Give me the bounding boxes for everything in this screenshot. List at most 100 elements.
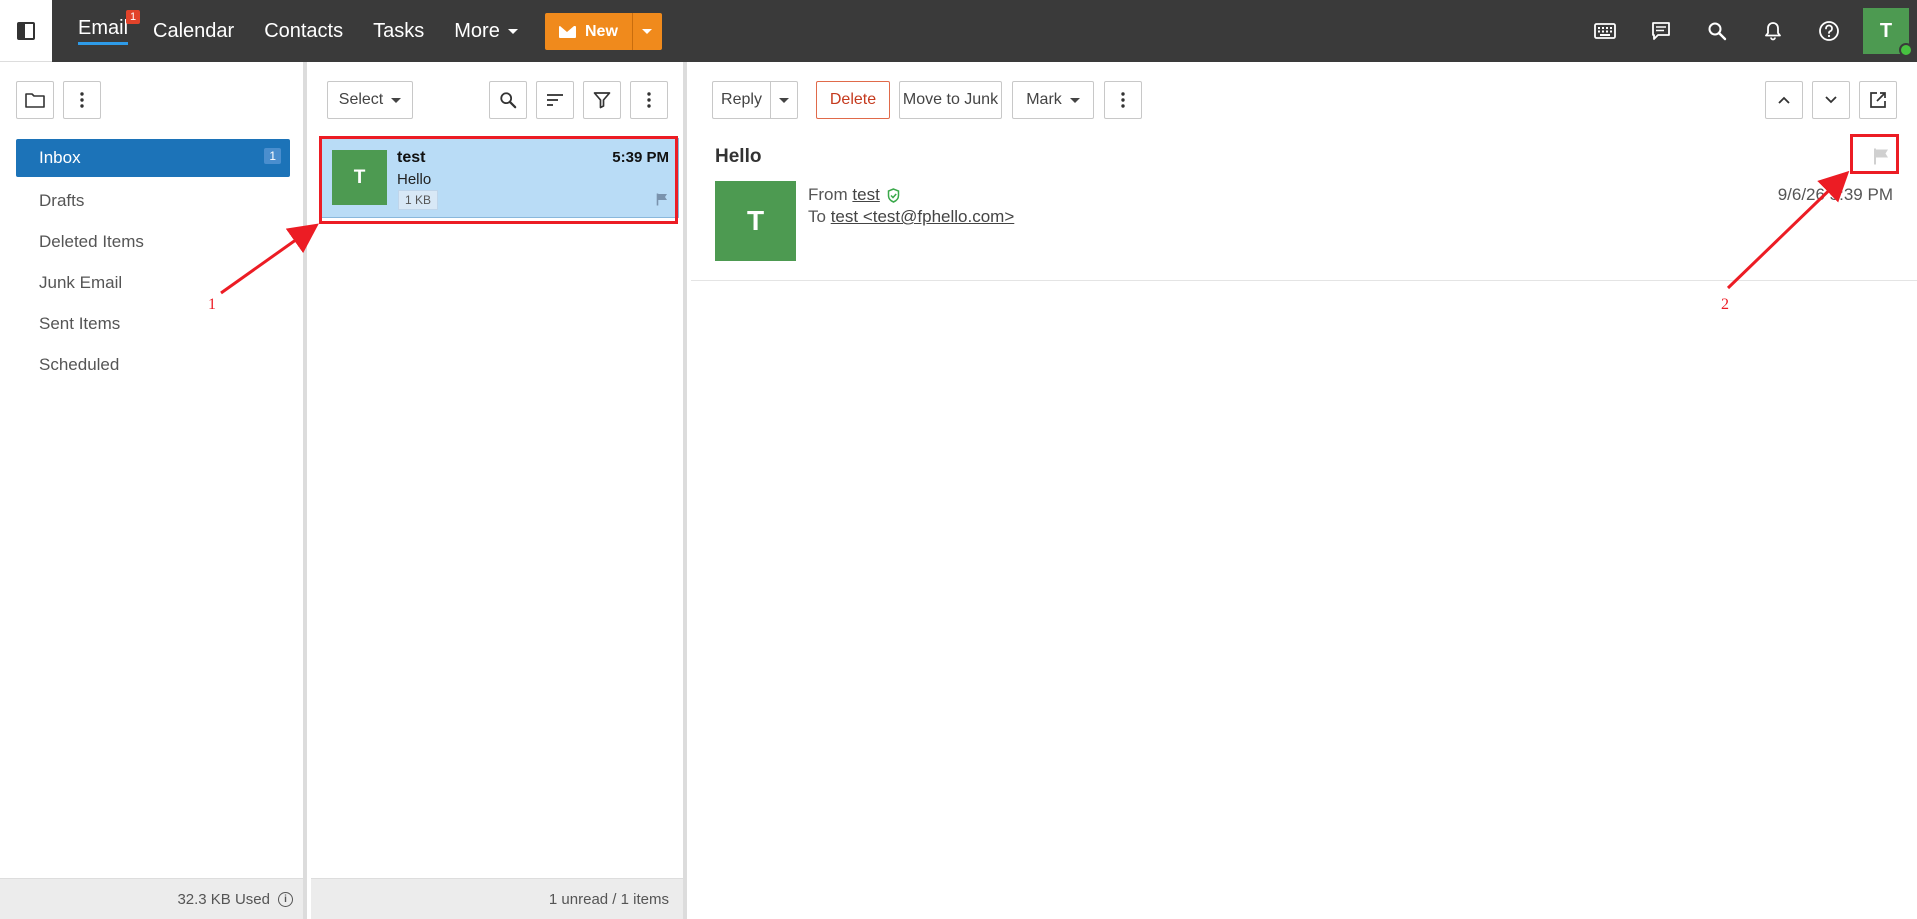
chat-icon — [1652, 22, 1670, 40]
message-time: 5:39 PM — [612, 149, 669, 166]
nav-calendar-label: Calendar — [153, 19, 235, 42]
previous-message-button[interactable] — [1765, 81, 1803, 119]
chevron-down-icon — [1825, 96, 1837, 104]
reply-dropdown-button[interactable] — [770, 81, 798, 119]
folder-scheduled[interactable]: Scheduled — [16, 344, 290, 385]
annotation-label-2: 2 — [1721, 296, 1729, 313]
info-icon[interactable]: i — [278, 891, 293, 907]
nav-contacts[interactable]: Contacts — [264, 0, 343, 62]
folder-drafts[interactable]: Drafts — [16, 180, 290, 221]
sender-avatar: T — [332, 150, 387, 205]
folder-view-button[interactable] — [16, 81, 54, 119]
main-nav: Email 1 Calendar Contacts Tasks More — [62, 0, 518, 62]
chevron-down-icon — [507, 28, 518, 34]
folder-label: Inbox — [39, 148, 81, 167]
folder-junk-email[interactable]: Junk Email — [16, 262, 290, 303]
message-date: 9/6/26 5:39 PM — [1777, 185, 1893, 204]
next-message-button[interactable] — [1812, 81, 1850, 119]
reading-pane: Reply Delete Move to Junk Mark Hello T F… — [691, 62, 1917, 919]
folder-label: Junk Email — [39, 272, 123, 292]
list-status-bar: 1 unread / 1 items — [311, 878, 683, 919]
new-dropdown-button[interactable] — [631, 13, 662, 50]
folder-options-button[interactable] — [63, 81, 101, 119]
sort-button[interactable] — [536, 81, 574, 119]
select-dropdown-button[interactable]: Select — [327, 81, 413, 119]
global-search-button[interactable] — [1689, 0, 1745, 62]
search-icon — [500, 92, 517, 109]
delete-button[interactable]: Delete — [816, 81, 890, 119]
select-label: Select — [338, 91, 384, 108]
message-list-panel: Select T test 5:39 PM Hello 1 KB 1 unrea… — [311, 62, 687, 919]
folder-sent-items[interactable]: Sent Items — [16, 303, 290, 344]
more-vertical-icon — [1121, 92, 1125, 108]
open-external-icon — [1870, 92, 1886, 108]
to-line: To test <test@fphello.com> — [808, 207, 1014, 227]
chevron-down-icon — [642, 29, 653, 34]
recipient-link[interactable]: test <test@fphello.com> — [831, 207, 1015, 226]
help-button[interactable] — [1801, 0, 1857, 62]
move-to-junk-button[interactable]: Move to Junk — [899, 81, 1002, 119]
envelope-icon — [559, 25, 576, 38]
folder-unread-count: 1 — [264, 148, 281, 164]
new-button[interactable]: New — [545, 13, 632, 50]
storage-quota: 32.3 KB Used i — [0, 878, 303, 919]
nav-more[interactable]: More — [454, 0, 518, 62]
nav-email-label: Email — [78, 17, 129, 45]
mark-button[interactable]: Mark — [1012, 81, 1094, 119]
nav-tasks[interactable]: Tasks — [373, 0, 424, 62]
keyboard-icon — [1594, 23, 1616, 39]
nav-contacts-label: Contacts — [264, 19, 344, 42]
sender-avatar-large: T — [715, 181, 796, 261]
pop-out-button[interactable] — [1859, 81, 1897, 119]
to-prefix: To — [808, 207, 826, 226]
top-bar: Email 1 Calendar Contacts Tasks More New — [0, 0, 1917, 62]
sender-avatar-initial: T — [353, 166, 366, 188]
more-vertical-icon — [80, 92, 84, 108]
filter-icon — [593, 92, 611, 109]
nav-calendar[interactable]: Calendar — [153, 0, 234, 62]
folder-deleted-items[interactable]: Deleted Items — [16, 221, 290, 262]
nav-more-label: More — [454, 19, 500, 42]
message-list-item[interactable]: T test 5:39 PM Hello 1 KB — [321, 138, 679, 218]
list-options-button[interactable] — [630, 81, 668, 119]
filter-button[interactable] — [583, 81, 621, 119]
folder-inbox[interactable]: Inbox 1 — [16, 139, 290, 177]
annotation-label-1: 1 — [208, 296, 216, 313]
sender-avatar-initial: T — [746, 205, 765, 236]
folder-panel: Inbox 1 Drafts Deleted Items Junk Email … — [0, 62, 307, 919]
header-divider — [691, 280, 1917, 281]
new-button-group: New — [545, 13, 662, 50]
more-vertical-icon — [647, 92, 651, 108]
help-icon — [1819, 21, 1839, 41]
nav-tasks-label: Tasks — [373, 19, 425, 42]
notifications-button[interactable] — [1745, 0, 1801, 62]
list-search-button[interactable] — [489, 81, 527, 119]
flag-icon[interactable] — [1873, 148, 1889, 170]
chevron-down-icon — [391, 97, 402, 103]
from-line: From test — [808, 185, 900, 205]
sidebar-toggle-button[interactable] — [0, 0, 52, 62]
user-avatar[interactable]: T — [1863, 8, 1913, 57]
reply-label: Reply — [721, 91, 762, 108]
folder-label: Sent Items — [39, 313, 121, 333]
chevron-down-icon — [1069, 97, 1080, 103]
sender-name-link[interactable]: test — [852, 185, 879, 205]
chat-button[interactable] — [1633, 0, 1689, 62]
bell-icon — [1765, 22, 1781, 41]
message-sender: test — [397, 149, 426, 166]
reply-button[interactable]: Reply — [712, 81, 770, 119]
keyboard-shortcuts-button[interactable] — [1577, 0, 1633, 62]
from-prefix: From — [808, 185, 848, 204]
sort-icon — [547, 94, 563, 106]
chevron-up-icon — [1778, 96, 1790, 104]
flag-icon[interactable] — [656, 193, 668, 211]
email-unread-badge: 1 — [126, 10, 141, 24]
move-to-junk-label: Move to Junk — [902, 91, 999, 108]
reader-options-button[interactable] — [1104, 81, 1142, 119]
folder-label: Drafts — [39, 190, 85, 210]
folder-list: Inbox 1 Drafts Deleted Items Junk Email … — [16, 139, 290, 385]
search-icon — [1708, 22, 1727, 41]
message-subject-heading: Hello — [715, 146, 762, 167]
unread-count-text: 1 unread / 1 items — [548, 890, 669, 908]
nav-email[interactable]: Email 1 — [78, 0, 141, 62]
